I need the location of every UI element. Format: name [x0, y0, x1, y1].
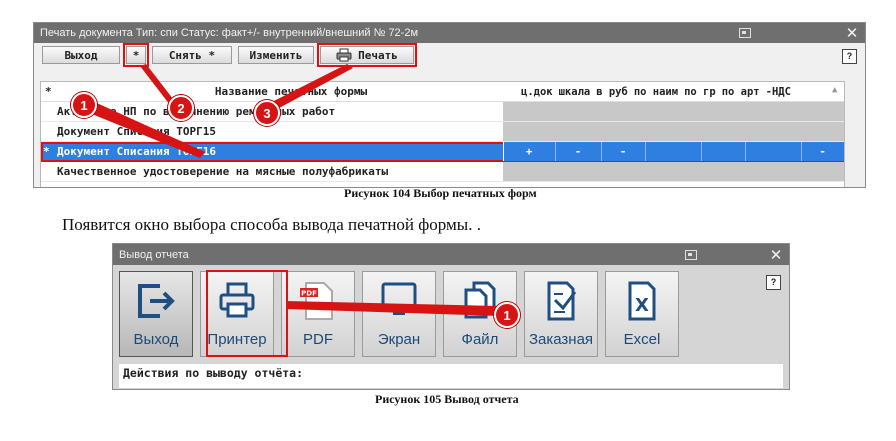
table-row[interactable]: Акт учета НП по выполнению ремонтных раб… — [41, 102, 844, 122]
cell-by-article[interactable] — [745, 142, 802, 161]
callout-2: 2 — [168, 95, 194, 121]
row-marker: * — [43, 145, 50, 158]
remove-selection-button[interactable]: Снять * — [152, 46, 232, 64]
window-titlebar: Печать документа Тип: спи Статус: факт+/… — [34, 23, 865, 43]
window-title: Печать документа Тип: спи Статус: факт+/… — [40, 27, 419, 39]
edit-button[interactable]: Изменить — [238, 46, 314, 64]
cell-doc[interactable]: + — [503, 142, 556, 161]
select-all-button[interactable]: * — [123, 43, 149, 67]
print-forms-table: * Название печатных формы ц.док шкала в … — [40, 81, 845, 187]
header-col-doc[interactable]: ц.док — [521, 86, 553, 98]
custom-order-button[interactable]: Заказная — [524, 271, 598, 357]
exit-label: Выход — [133, 331, 179, 348]
help-icon[interactable]: ? — [766, 275, 781, 290]
printer-highlight-frame — [206, 270, 288, 357]
excel-label: Excel — [623, 331, 661, 348]
restore-icon[interactable] — [739, 28, 751, 38]
table-header: * Название печатных формы ц.док шкала в … — [41, 82, 844, 102]
row-name: Качественное удостоверение на мясные пол… — [57, 165, 389, 178]
print-button-label: Печать — [358, 48, 398, 62]
excel-button[interactable]: X Excel — [605, 271, 679, 357]
header-star: * — [45, 85, 52, 98]
callout-window2-1: 1 — [494, 302, 520, 328]
cell-rub[interactable]: - — [601, 142, 646, 161]
table-row[interactable]: Качественное удостоверение на мясные пол… — [41, 162, 844, 182]
table-row-selected[interactable]: * Документ Списания ТОРГ16 + - - - — [41, 142, 844, 162]
exit-button[interactable]: Выход — [119, 271, 193, 357]
pdf-label: PDF — [303, 331, 333, 348]
header-col-rub[interactable]: в руб — [596, 86, 628, 98]
custom-order-label: Заказная — [528, 331, 594, 348]
callout-1: 1 — [71, 92, 97, 118]
table-row[interactable]: Документ Списания ТОРГ15 — [41, 122, 844, 142]
print-document-window: Печать документа Тип: спи Статус: факт+/… — [33, 22, 866, 188]
callout-3: 3 — [254, 100, 280, 126]
header-col-by-name[interactable]: по наим — [634, 86, 678, 98]
actions-label: Действия по выводу отчёта: — [119, 364, 783, 388]
header-col-by-group[interactable]: по гр — [684, 86, 716, 98]
toolbar: Выход * Снять * Изменить Печать — [34, 43, 865, 67]
output-buttons: Выход Принтер PDF PDF Экран Файл Заказна… — [119, 271, 679, 357]
row-name: Документ Списания ТОРГ15 — [57, 125, 216, 138]
screen-label: Экран — [377, 331, 421, 348]
body-paragraph: Появится окно выбора способа вывода печа… — [62, 215, 481, 234]
cell-scale[interactable]: - — [555, 142, 602, 161]
scroll-up-icon[interactable]: ▲ — [832, 85, 841, 95]
svg-text:X: X — [635, 295, 649, 316]
printer-icon — [336, 48, 352, 62]
pdf-button[interactable]: PDF PDF — [281, 271, 355, 357]
window-titlebar: Вывод отчета ✕ — [113, 244, 789, 265]
header-col-scale[interactable]: шкала — [559, 86, 591, 98]
svg-text:PDF: PDF — [301, 290, 317, 298]
cell-vat[interactable]: - — [801, 142, 844, 161]
print-button[interactable]: Печать — [317, 43, 417, 67]
cell-by-group[interactable] — [701, 142, 746, 161]
close-icon[interactable]: ✕ — [763, 246, 789, 264]
header-col-by-article[interactable]: по арт — [722, 86, 760, 98]
figure-caption-104: Рисунок 104 Выбор печатных форм — [344, 186, 537, 200]
file-label: Файл — [461, 331, 499, 348]
header-col-vat[interactable]: -НДС — [766, 86, 791, 98]
window-title: Вывод отчета — [119, 248, 189, 261]
header-name[interactable]: Название печатных формы — [61, 85, 521, 98]
help-icon[interactable]: ? — [842, 49, 857, 64]
figure-caption-105: Рисунок 105 Вывод отчета — [375, 392, 519, 406]
exit-button[interactable]: Выход — [42, 46, 120, 64]
screen-button[interactable]: Экран — [362, 271, 436, 357]
close-icon[interactable]: ✕ — [839, 24, 865, 42]
cell-by-name[interactable] — [645, 142, 702, 161]
restore-icon[interactable] — [685, 249, 697, 260]
row-name: Документ Списания ТОРГ16 — [57, 145, 216, 158]
